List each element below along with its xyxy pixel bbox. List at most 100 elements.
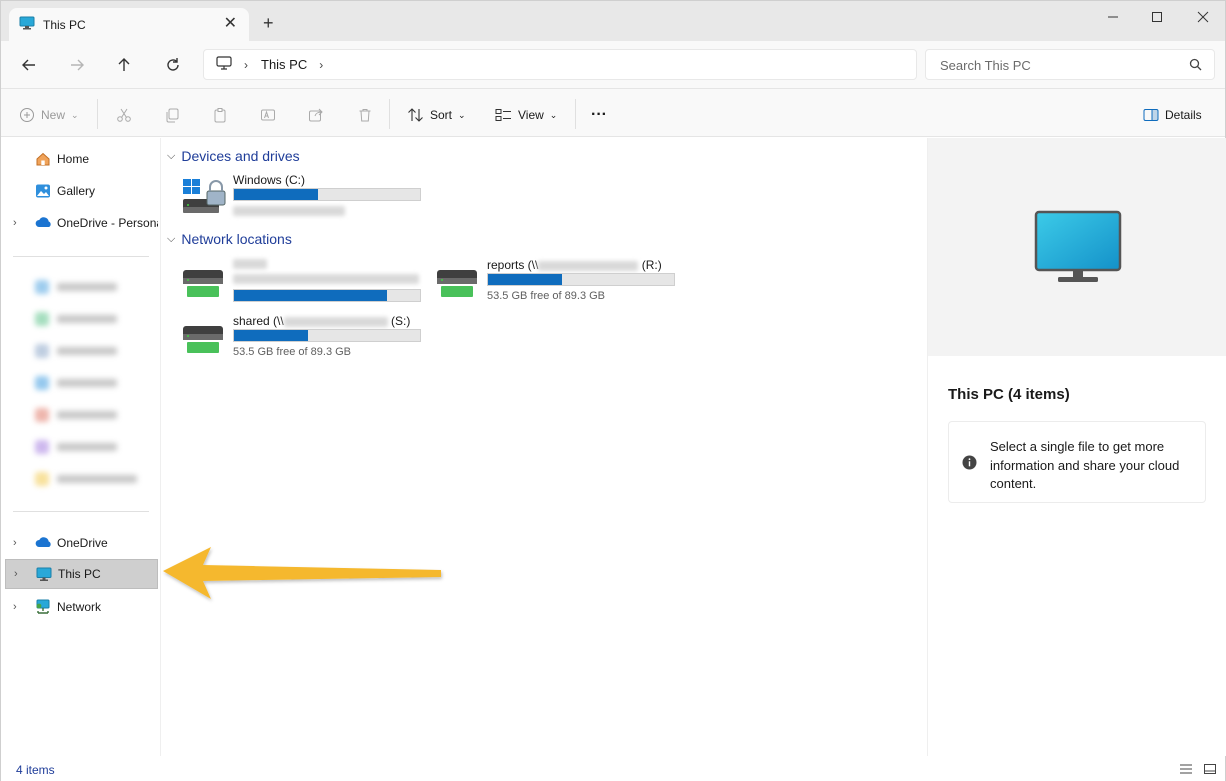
share-button[interactable] [308, 105, 324, 125]
group-title: Network locations [181, 231, 292, 247]
sort-button[interactable]: Sort ⌄ [407, 105, 466, 125]
chevron-down-icon: ⌄ [71, 109, 79, 120]
blurred-quick-access-item [35, 376, 145, 390]
breadcrumb-this-pc[interactable]: This PC [261, 57, 307, 72]
new-tab-button[interactable]: + [263, 14, 274, 32]
network-drive-shared-s[interactable]: shared (\\ (S:) 53.5 GB free of 89.3 GB [181, 314, 431, 368]
back-button[interactable] [18, 54, 40, 76]
rename-button[interactable] [260, 105, 276, 125]
sidebar-item-onedrive[interactable]: › OneDrive [5, 528, 158, 558]
network-drive-redacted[interactable] [181, 256, 431, 310]
drive-name-redacted [233, 256, 267, 270]
details-button[interactable]: Details [1143, 105, 1202, 125]
chevron-down-icon: ⌄ [549, 109, 558, 120]
command-bar: New ⌄ Sort ⌄ View ⌄ ··· Details [1, 89, 1225, 137]
cloud-icon [35, 215, 53, 232]
network-drive-icon [181, 324, 227, 359]
details-pane-icon [1143, 109, 1159, 121]
chevron-right-icon[interactable]: › [13, 537, 17, 549]
sidebar-item-home[interactable]: Home [5, 144, 158, 174]
new-label: New [41, 108, 66, 122]
file-list: ⌵ Devices and drives Windows (C:) ⌵ Netw… [161, 138, 926, 756]
this-pc-large-icon [1034, 210, 1122, 282]
toolbar-divider [97, 99, 98, 129]
sidebar-item-this-pc[interactable]: › This PC [5, 559, 158, 589]
tab-this-pc[interactable]: This PC ✕ [9, 8, 249, 41]
view-button[interactable]: View ⌄ [495, 105, 557, 125]
rename-icon [261, 109, 275, 121]
clipboard-icon [214, 108, 226, 123]
refresh-button[interactable] [162, 54, 184, 76]
storage-bar [233, 289, 421, 302]
sidebar-item-gallery[interactable]: Gallery [5, 176, 158, 206]
details-view-icon[interactable] [1179, 763, 1193, 778]
sidebar-item-onedrive-personal[interactable]: › OneDrive - Persona [5, 208, 158, 238]
this-pc-icon [19, 16, 35, 33]
preview-area [928, 138, 1226, 356]
blurred-quick-access-item [35, 472, 145, 486]
sidebar-item-label: OneDrive - Persona [57, 216, 158, 230]
new-button[interactable]: New ⌄ [19, 105, 79, 125]
sidebar-divider [13, 511, 149, 512]
chevron-right-icon[interactable]: › [13, 601, 17, 613]
network-icon [35, 599, 51, 618]
paste-button[interactable] [212, 105, 228, 125]
drive-free-space: 53.5 GB free of 89.3 GB [487, 290, 606, 302]
more-options-button[interactable]: ··· [591, 105, 607, 125]
blurred-quick-access-item [35, 280, 145, 294]
devices-group-header[interactable]: ⌵ Devices and drives [167, 148, 300, 164]
sidebar-item-network[interactable]: › Network [5, 592, 158, 622]
search-icon [1189, 58, 1202, 74]
network-drive-icon [435, 268, 481, 303]
drive-windows-c[interactable]: Windows (C:) [181, 173, 431, 227]
this-pc-icon [36, 567, 52, 585]
blurred-quick-access-item [35, 344, 145, 358]
gallery-icon [35, 183, 51, 202]
trash-icon [359, 109, 371, 122]
maximize-button[interactable] [1147, 9, 1167, 25]
toolbar-divider [575, 99, 576, 129]
cloud-icon [35, 535, 53, 552]
breadcrumb-chevron-icon[interactable]: › [244, 58, 248, 72]
search-input[interactable]: Search This PC [925, 49, 1215, 80]
address-bar[interactable]: › This PC › [203, 49, 917, 80]
drive-free-space-redacted [233, 205, 345, 217]
refresh-icon [167, 58, 179, 71]
delete-button[interactable] [357, 105, 373, 125]
up-button[interactable] [113, 54, 135, 76]
forward-arrow-icon [71, 59, 84, 71]
details-message: Select a single file to get more informa… [990, 439, 1180, 491]
view-list-icon [495, 109, 511, 121]
blurred-quick-access-item [35, 408, 145, 422]
drive-path-redacted [233, 271, 419, 285]
drive-name: Windows (C:) [233, 173, 306, 187]
copy-button[interactable] [164, 105, 180, 125]
share-icon [309, 108, 323, 122]
close-tab-icon[interactable]: ✕ [224, 16, 237, 32]
copy-icon [166, 108, 179, 123]
sidebar-item-label: This PC [58, 567, 101, 581]
home-icon [35, 151, 51, 170]
forward-button[interactable] [66, 54, 88, 76]
details-pane: This PC (4 items) Select a single file t… [927, 138, 1226, 756]
storage-bar [233, 188, 421, 201]
network-group-header[interactable]: ⌵ Network locations [167, 231, 292, 247]
search-placeholder: Search This PC [940, 58, 1031, 73]
annotation-arrow [163, 547, 441, 599]
storage-bar-fill [234, 189, 318, 200]
chevron-right-icon[interactable]: › [13, 217, 17, 229]
minimize-button[interactable] [1103, 9, 1123, 25]
network-drive-reports-r[interactable]: reports (\\ (R:) 53.5 GB free of 89.3 GB [435, 258, 685, 312]
close-window-button[interactable] [1193, 9, 1213, 25]
sidebar-item-label: OneDrive [57, 536, 108, 550]
cut-button[interactable] [116, 105, 132, 125]
group-title: Devices and drives [181, 148, 300, 164]
chevron-down-icon: ⌄ [458, 109, 466, 120]
drive-name: reports (\\ (R:) [487, 258, 662, 272]
blurred-quick-access-item [35, 440, 145, 454]
computer-icon [216, 56, 232, 73]
chevron-right-icon[interactable]: › [14, 568, 18, 580]
plus-circle-icon [20, 108, 34, 122]
large-icons-view-icon[interactable] [1203, 763, 1217, 778]
breadcrumb-chevron-icon[interactable]: › [319, 58, 323, 72]
